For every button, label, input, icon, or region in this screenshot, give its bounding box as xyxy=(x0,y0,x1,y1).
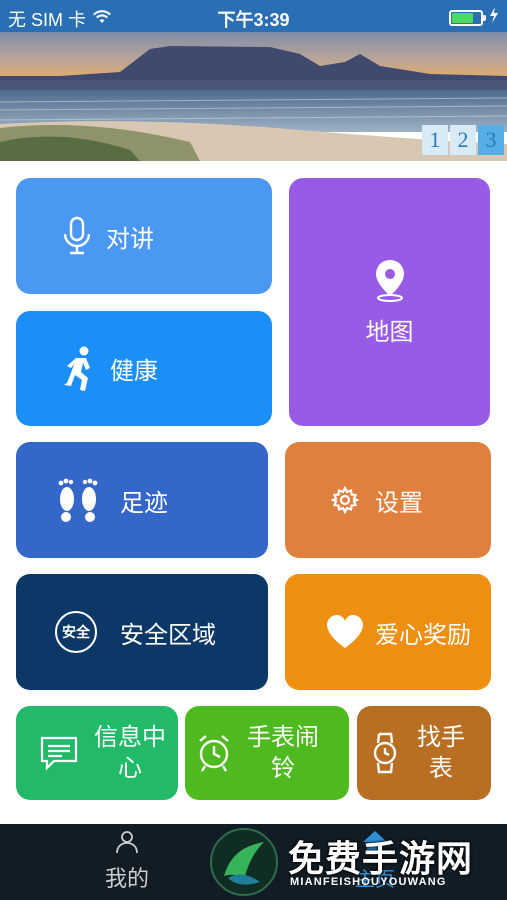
heart-icon xyxy=(325,614,365,650)
battery-icon xyxy=(449,9,486,26)
info-center-tile[interactable]: 信息中心 xyxy=(16,706,178,800)
watermark-overlay: 免费手游网 MIANFEISHOUYOUWANG xyxy=(208,826,507,898)
intercom-label: 对讲 xyxy=(106,225,154,253)
banner-carousel[interactable]: 1 2 3 xyxy=(0,32,507,161)
watch-alarm-tile[interactable]: 手表闹铃 xyxy=(185,706,349,800)
footprint-tile[interactable]: 足迹 xyxy=(16,442,268,558)
love-reward-tile[interactable]: 爱心奖励 xyxy=(285,574,491,690)
find-watch-tile[interactable]: 找手表 xyxy=(357,706,491,800)
message-icon xyxy=(40,735,78,771)
watermark-logo xyxy=(210,828,278,896)
runner-icon xyxy=(62,346,96,392)
map-tile[interactable]: 地图 xyxy=(289,178,490,426)
info-center-label: 信息中心 xyxy=(94,724,166,782)
footprints-icon xyxy=(56,477,100,523)
nav-item-mine[interactable]: 我的 xyxy=(96,830,158,893)
intercom-tile[interactable]: 对讲 xyxy=(16,178,272,294)
footprint-label: 足迹 xyxy=(120,489,168,517)
love-reward-label: 爱心奖励 xyxy=(375,621,471,649)
map-pin-icon xyxy=(373,258,407,302)
safety-badge-icon: 安全 xyxy=(54,610,98,654)
safe-zone-label: 安全区域 xyxy=(120,621,216,649)
pager-page-1[interactable]: 1 xyxy=(422,125,448,155)
health-tile[interactable]: 健康 xyxy=(16,311,272,426)
health-label: 健康 xyxy=(110,358,158,385)
alarm-clock-icon xyxy=(197,733,231,773)
person-icon xyxy=(115,831,139,858)
settings-tile[interactable]: 设置 xyxy=(285,442,491,558)
gear-icon xyxy=(331,486,359,514)
watch-alarm-label: 手表闹铃 xyxy=(247,724,319,782)
watermark-title: 免费手游网 xyxy=(288,838,474,880)
nav-mine-label: 我的 xyxy=(104,866,149,891)
pager-page-2[interactable]: 2 xyxy=(450,125,476,155)
settings-label: 设置 xyxy=(375,489,423,517)
safe-zone-tile[interactable]: 安全 安全区域 xyxy=(16,574,268,690)
pager-page-3[interactable]: 3 xyxy=(478,125,504,155)
watch-icon xyxy=(371,732,399,774)
status-time: 下午3:39 xyxy=(217,10,290,30)
charging-icon xyxy=(489,7,499,28)
banner-pager: 1 2 3 xyxy=(422,125,504,155)
watermark-subtitle: MIANFEISHOUYOUWANG xyxy=(290,876,447,888)
map-label: 地图 xyxy=(365,318,414,346)
status-bar: 无 SIM 卡 下午3:39 xyxy=(0,0,507,32)
microphone-icon xyxy=(62,216,92,256)
safety-badge-text: 安全 xyxy=(62,624,91,641)
find-watch-label: 找手表 xyxy=(417,724,465,782)
